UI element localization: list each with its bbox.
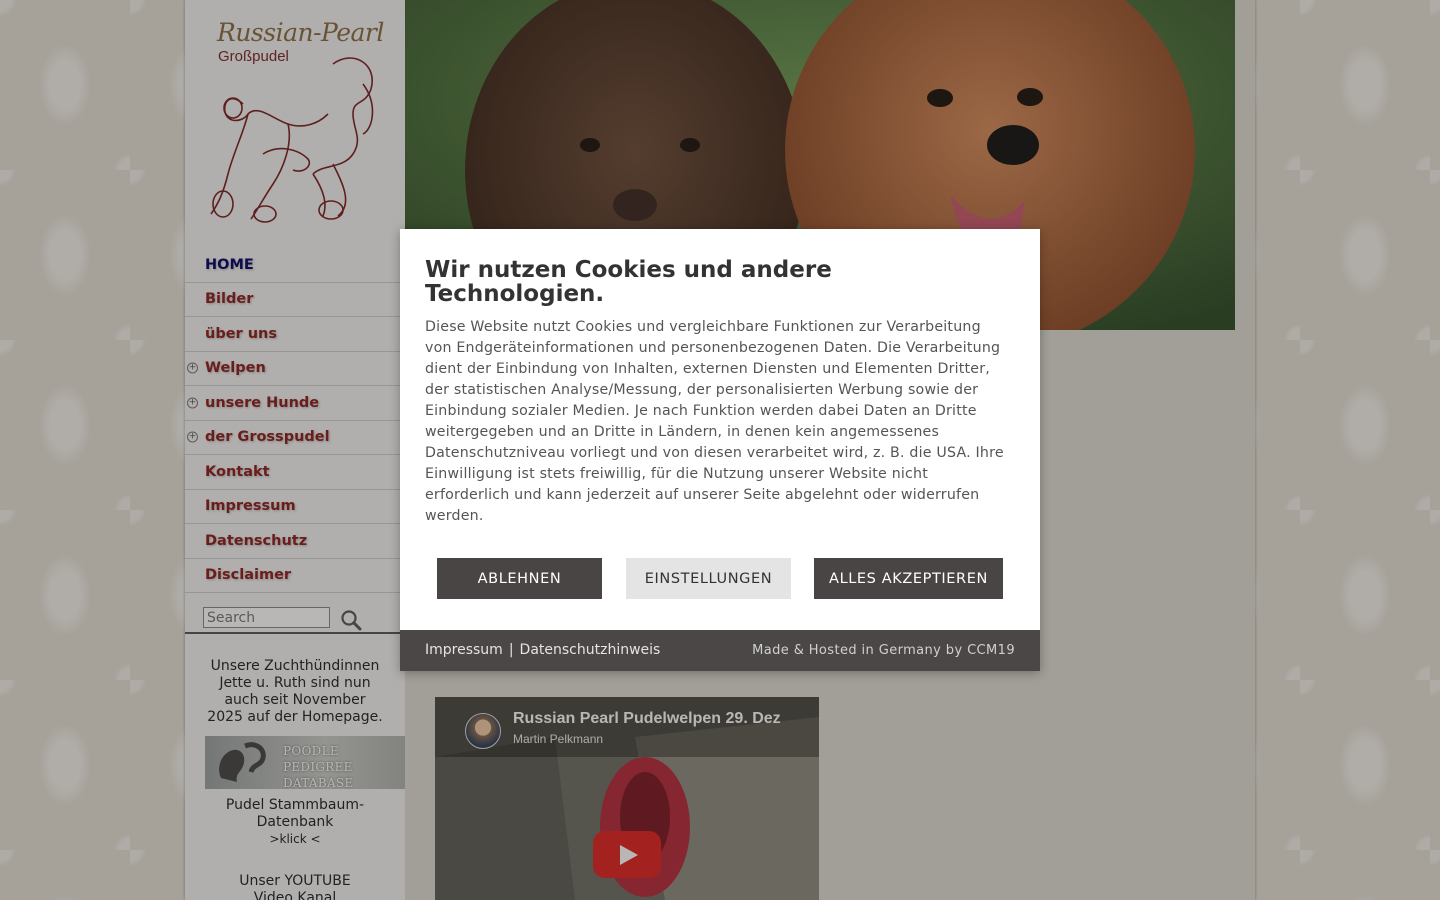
footer-separator: | — [508, 642, 514, 658]
ccm19-credit-link[interactable]: Made & Hosted in Germany by CCM19 — [752, 643, 1015, 658]
cookie-settings-button[interactable]: EINSTELLUNGEN — [626, 558, 791, 599]
reject-cookies-button[interactable]: ABLEHNEN — [437, 558, 602, 599]
cookie-body-text: Diese Website nutzt Cookies und vergleic… — [425, 319, 1004, 524]
cookie-consent-dialog: Wir nutzen Cookies und andere Technologi… — [400, 229, 1040, 671]
privacy-notice-link[interactable]: Datenschutzhinweis — [520, 642, 661, 658]
accept-all-cookies-button[interactable]: ALLES AKZEPTIEREN — [814, 558, 1003, 599]
impressum-link[interactable]: Impressum — [425, 642, 503, 658]
footer-links: Impressum | Datenschutzhinweis — [425, 642, 660, 658]
cookie-dialog-footer: Impressum | Datenschutzhinweis Made & Host… — [400, 630, 1040, 671]
cookie-heading: Wir nutzen Cookies und andere Technologi… — [425, 257, 832, 307]
